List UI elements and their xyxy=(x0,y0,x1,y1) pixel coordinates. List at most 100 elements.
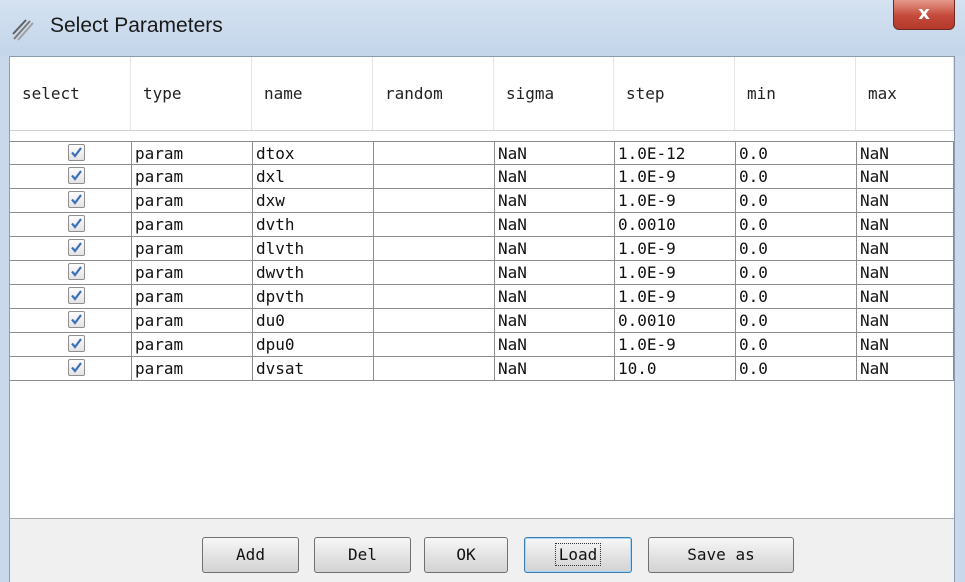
min-cell[interactable]: 0.0 xyxy=(735,285,856,309)
min-cell[interactable]: 0.0 xyxy=(735,261,856,285)
step-cell[interactable]: 1.0E-9 xyxy=(614,285,735,309)
type-cell[interactable]: param xyxy=(131,189,252,213)
min-cell[interactable]: 0.0 xyxy=(735,357,856,381)
select-checkbox[interactable] xyxy=(68,144,85,161)
type-cell[interactable]: param xyxy=(131,357,252,381)
column-header-type[interactable]: type xyxy=(131,57,252,130)
column-header-max[interactable]: max xyxy=(856,57,954,130)
name-cell[interactable]: dxl xyxy=(252,165,373,189)
random-cell[interactable] xyxy=(373,261,494,285)
random-cell[interactable] xyxy=(373,237,494,261)
table-row[interactable]: param dvsat NaN 10.0 0.0 NaN xyxy=(10,357,954,381)
select-checkbox[interactable] xyxy=(68,167,85,184)
table-row[interactable]: param du0 NaN 0.0010 0.0 NaN xyxy=(10,309,954,333)
random-cell[interactable] xyxy=(373,189,494,213)
column-header-select[interactable]: select xyxy=(10,57,131,130)
max-cell[interactable]: NaN xyxy=(856,141,954,165)
step-cell[interactable]: 1.0E-9 xyxy=(614,189,735,213)
sigma-cell[interactable]: NaN xyxy=(494,165,614,189)
sigma-cell[interactable]: NaN xyxy=(494,237,614,261)
name-cell[interactable]: du0 xyxy=(252,309,373,333)
max-cell[interactable]: NaN xyxy=(856,309,954,333)
min-cell[interactable]: 0.0 xyxy=(735,213,856,237)
add-button[interactable]: Add xyxy=(202,537,299,573)
step-cell[interactable]: 1.0E-9 xyxy=(614,165,735,189)
sigma-cell[interactable]: NaN xyxy=(494,309,614,333)
select-checkbox[interactable] xyxy=(68,287,85,304)
type-cell[interactable]: param xyxy=(131,285,252,309)
random-cell[interactable] xyxy=(373,141,494,165)
name-cell[interactable]: dvth xyxy=(252,213,373,237)
column-header-random[interactable]: random xyxy=(373,57,494,130)
type-cell[interactable]: param xyxy=(131,165,252,189)
name-cell[interactable]: dxw xyxy=(252,189,373,213)
table-row[interactable]: param dxl NaN 1.0E-9 0.0 NaN xyxy=(10,165,954,189)
step-cell[interactable]: 0.0010 xyxy=(614,213,735,237)
max-cell[interactable]: NaN xyxy=(856,333,954,357)
min-cell[interactable]: 0.0 xyxy=(735,237,856,261)
select-checkbox[interactable] xyxy=(68,191,85,208)
ok-button[interactable]: OK xyxy=(424,537,508,573)
sigma-cell[interactable]: NaN xyxy=(494,141,614,165)
step-cell[interactable]: 1.0E-9 xyxy=(614,333,735,357)
random-cell[interactable] xyxy=(373,333,494,357)
sigma-cell[interactable]: NaN xyxy=(494,213,614,237)
min-cell[interactable]: 0.0 xyxy=(735,165,856,189)
load-button[interactable]: Load xyxy=(524,537,632,573)
max-cell[interactable]: NaN xyxy=(856,189,954,213)
type-cell[interactable]: param xyxy=(131,213,252,237)
random-cell[interactable] xyxy=(373,285,494,309)
table-row[interactable]: param dlvth NaN 1.0E-9 0.0 NaN xyxy=(10,237,954,261)
sigma-cell[interactable]: NaN xyxy=(494,333,614,357)
select-checkbox[interactable] xyxy=(68,263,85,280)
title-bar[interactable]: Select Parameters x xyxy=(0,0,965,56)
max-cell[interactable]: NaN xyxy=(856,285,954,309)
select-checkbox[interactable] xyxy=(68,359,85,376)
close-button[interactable]: x xyxy=(893,0,955,30)
type-cell[interactable]: param xyxy=(131,261,252,285)
min-cell[interactable]: 0.0 xyxy=(735,141,856,165)
select-checkbox[interactable] xyxy=(68,215,85,232)
sigma-cell[interactable]: NaN xyxy=(494,285,614,309)
table-row[interactable]: param dwvth NaN 1.0E-9 0.0 NaN xyxy=(10,261,954,285)
table-row[interactable]: param dxw NaN 1.0E-9 0.0 NaN xyxy=(10,189,954,213)
max-cell[interactable]: NaN xyxy=(856,261,954,285)
type-cell[interactable]: param xyxy=(131,333,252,357)
max-cell[interactable]: NaN xyxy=(856,237,954,261)
select-checkbox[interactable] xyxy=(68,335,85,352)
column-header-sigma[interactable]: sigma xyxy=(494,57,614,130)
step-cell[interactable]: 10.0 xyxy=(614,357,735,381)
random-cell[interactable] xyxy=(373,309,494,333)
step-cell[interactable]: 1.0E-9 xyxy=(614,261,735,285)
step-cell[interactable]: 0.0010 xyxy=(614,309,735,333)
random-cell[interactable] xyxy=(373,213,494,237)
name-cell[interactable]: dvsat xyxy=(252,357,373,381)
column-header-min[interactable]: min xyxy=(735,57,856,130)
select-checkbox[interactable] xyxy=(68,239,85,256)
type-cell[interactable]: param xyxy=(131,309,252,333)
name-cell[interactable]: dwvth xyxy=(252,261,373,285)
del-button[interactable]: Del xyxy=(314,537,411,573)
step-cell[interactable]: 1.0E-12 xyxy=(614,141,735,165)
type-cell[interactable]: param xyxy=(131,237,252,261)
table-row[interactable]: param dpvth NaN 1.0E-9 0.0 NaN xyxy=(10,285,954,309)
name-cell[interactable]: dpvth xyxy=(252,285,373,309)
table-row[interactable]: param dpu0 NaN 1.0E-9 0.0 NaN xyxy=(10,333,954,357)
select-checkbox[interactable] xyxy=(68,311,85,328)
column-header-step[interactable]: step xyxy=(614,57,735,130)
name-cell[interactable]: dpu0 xyxy=(252,333,373,357)
sigma-cell[interactable]: NaN xyxy=(494,189,614,213)
column-header-name[interactable]: name xyxy=(252,57,373,130)
step-cell[interactable]: 1.0E-9 xyxy=(614,237,735,261)
min-cell[interactable]: 0.0 xyxy=(735,309,856,333)
name-cell[interactable]: dtox xyxy=(252,141,373,165)
sigma-cell[interactable]: NaN xyxy=(494,261,614,285)
sigma-cell[interactable]: NaN xyxy=(494,357,614,381)
max-cell[interactable]: NaN xyxy=(856,213,954,237)
name-cell[interactable]: dlvth xyxy=(252,237,373,261)
max-cell[interactable]: NaN xyxy=(856,357,954,381)
random-cell[interactable] xyxy=(373,165,494,189)
save-as-button[interactable]: Save as xyxy=(648,537,794,573)
table-row[interactable]: param dtox NaN 1.0E-12 0.0 NaN xyxy=(10,141,954,165)
min-cell[interactable]: 0.0 xyxy=(735,333,856,357)
